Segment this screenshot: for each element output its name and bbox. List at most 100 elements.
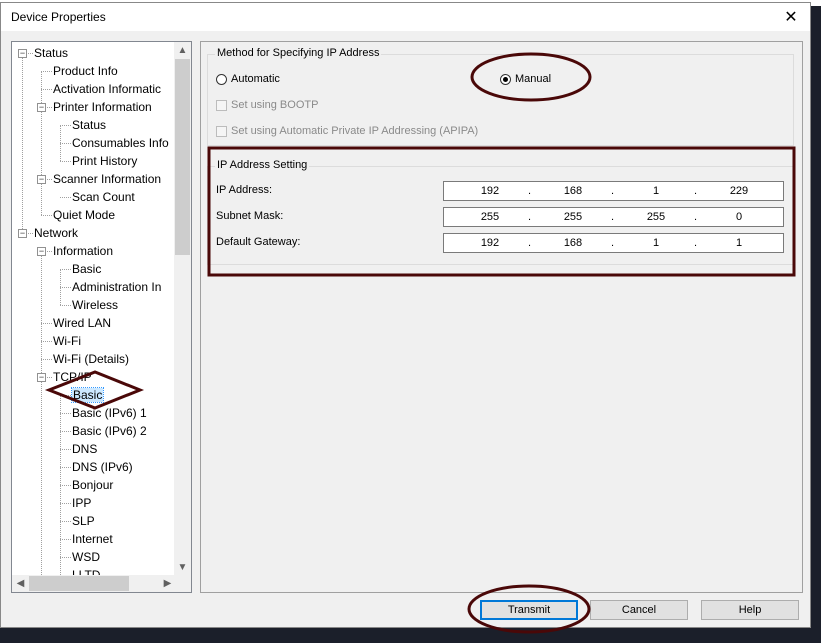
tree-item[interactable]: Wi-Fi <box>53 332 81 350</box>
tree-item[interactable]: Print History <box>72 152 137 170</box>
ip-octet[interactable]: 0 <box>719 211 759 223</box>
vertical-scroll-thumb[interactable] <box>175 59 190 255</box>
tree-item[interactable]: Scanner Information <box>53 170 161 188</box>
scroll-down-icon[interactable]: ▼ <box>174 559 191 576</box>
tree-item-label: IPP <box>72 496 92 510</box>
ip-octet[interactable]: 168 <box>553 185 593 197</box>
tree-item[interactable]: DNS (IPv6) <box>72 458 133 476</box>
tree-connector-line <box>41 251 42 575</box>
ip-octet[interactable]: 1 <box>636 237 676 249</box>
collapse-icon[interactable]: − <box>18 49 27 58</box>
collapse-icon[interactable]: − <box>18 229 27 238</box>
transmit-button[interactable]: Transmit <box>480 600 578 620</box>
ip-octet[interactable]: 255 <box>636 211 676 223</box>
apipa-checkbox[interactable]: Set using Automatic Private IP Addressin… <box>216 125 478 137</box>
ip-octet[interactable]: 168 <box>553 237 593 249</box>
tree-item[interactable]: IPP <box>72 494 91 512</box>
tree-item-label: Basic (IPv6) 1 <box>72 406 147 420</box>
ip-octet[interactable]: 1 <box>636 185 676 197</box>
ip-address-input[interactable]: 192 168 1 1... <box>443 233 784 253</box>
cancel-button[interactable]: Cancel <box>590 600 688 620</box>
tree-item[interactable]: Network <box>34 224 78 242</box>
ip-octet-separator: . <box>611 211 615 223</box>
tree-connector-line <box>60 143 71 144</box>
automatic-radio-circle <box>216 73 227 85</box>
automatic-label: Automatic <box>231 73 280 85</box>
tree-item[interactable]: Printer Information <box>53 98 152 116</box>
tree-item[interactable]: Basic (IPv6) 2 <box>72 422 147 440</box>
ip-octet[interactable]: 192 <box>470 237 510 249</box>
apipa-label: Set using Automatic Private IP Addressin… <box>231 125 479 137</box>
tree-connector-line <box>41 323 52 324</box>
ip-octet[interactable]: 192 <box>470 185 510 197</box>
collapse-icon[interactable]: − <box>37 373 46 382</box>
tree-connector-line <box>60 287 71 288</box>
tree-connector-line <box>41 71 52 72</box>
tree-item[interactable]: Status <box>34 44 68 62</box>
tree-item[interactable]: DNS <box>72 440 97 458</box>
ip-octet-separator: . <box>611 237 615 249</box>
tree-item-label: Basic <box>72 262 102 276</box>
collapse-icon[interactable]: − <box>37 247 46 256</box>
tree-item[interactable]: Bonjour <box>72 476 113 494</box>
ip-field-label: IP Address: <box>216 184 273 196</box>
ip-address-input[interactable]: 255 255 255 0... <box>443 207 784 227</box>
ip-octet-separator: . <box>694 237 698 249</box>
ip-octet[interactable]: 255 <box>553 211 593 223</box>
tree-item[interactable]: Basic <box>70 386 105 404</box>
tree-connector-line <box>60 395 71 396</box>
tree-item-label: Internet <box>72 532 113 546</box>
tree-item[interactable]: Administration In <box>72 278 161 296</box>
tree-item[interactable]: Scan Count <box>72 188 135 206</box>
tree-item[interactable]: WSD <box>72 548 100 566</box>
bootp-checkbox[interactable]: Set using BOOTP <box>216 99 318 111</box>
scroll-left-icon[interactable]: ◀ <box>12 575 29 592</box>
tree-item[interactable]: Activation Informatic <box>53 80 161 98</box>
tree-vertical-scrollbar[interactable]: ▲ ▼ <box>174 42 191 576</box>
tree-item-label: TCP/IP <box>53 370 92 384</box>
tree-connector-line <box>60 197 71 198</box>
tree-item-label: Bonjour <box>72 478 114 492</box>
ip-octet[interactable]: 1 <box>719 237 759 249</box>
manual-radio[interactable]: Manual <box>500 73 551 85</box>
tree-item-label: WSD <box>72 550 100 564</box>
horizontal-scroll-thumb[interactable] <box>29 576 129 591</box>
tree-connector-line <box>41 89 52 90</box>
automatic-radio[interactable]: Automatic <box>216 73 280 85</box>
tree-item-label: DNS (IPv6) <box>72 460 133 474</box>
ip-octet-separator: . <box>611 185 615 197</box>
tree-connector-line <box>60 431 71 432</box>
collapse-icon[interactable]: − <box>37 103 46 112</box>
help-button[interactable]: Help <box>701 600 799 620</box>
tree-item[interactable]: SLP <box>72 512 95 530</box>
tree-item[interactable]: TCP/IP <box>53 368 92 386</box>
ip-octet[interactable]: 229 <box>719 185 759 197</box>
close-button[interactable]: ✕ <box>772 3 810 31</box>
tree-item[interactable]: Internet <box>72 530 113 548</box>
ip-octet[interactable]: 255 <box>470 211 510 223</box>
tree-item[interactable]: Information <box>53 242 113 260</box>
tree-item[interactable]: Product Info <box>53 62 118 80</box>
tree-connector-line <box>60 305 71 306</box>
manual-radio-circle <box>500 73 511 85</box>
tree-horizontal-scrollbar[interactable]: ◀ ▶ <box>12 575 176 592</box>
tree-item-label: Printer Information <box>53 100 152 114</box>
tree-item[interactable]: Wi-Fi (Details) <box>53 350 129 368</box>
scroll-up-icon[interactable]: ▲ <box>174 42 191 59</box>
scroll-corner <box>174 575 191 592</box>
tree-connector-line <box>41 215 52 216</box>
tree-item[interactable]: Wireless <box>72 296 118 314</box>
tree-item[interactable]: Basic <box>72 260 101 278</box>
tree-item[interactable]: Quiet Mode <box>53 206 115 224</box>
tree-item[interactable]: Consumables Info <box>72 134 169 152</box>
tree-item-label: Status <box>72 118 107 132</box>
tree-item[interactable]: Basic (IPv6) 1 <box>72 404 147 422</box>
tree-item-label: Scanner Information <box>53 172 162 186</box>
tree-item[interactable]: Wired LAN <box>53 314 111 332</box>
collapse-icon[interactable]: − <box>37 175 46 184</box>
tree-connector-line <box>60 413 71 414</box>
ip-setting-group-label: IP Address Setting <box>215 159 310 171</box>
tree-item[interactable]: Status <box>72 116 106 134</box>
ip-address-input[interactable]: 192 168 1 229... <box>443 181 784 201</box>
tree-item-label: Scan Count <box>72 190 135 204</box>
